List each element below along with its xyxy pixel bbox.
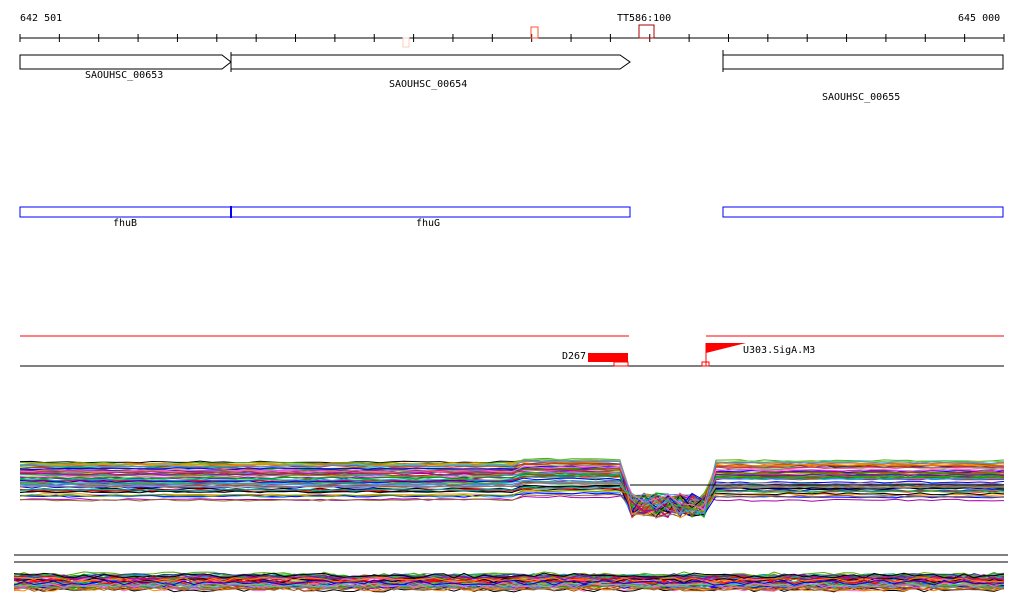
- promoter-flag-u303[interactable]: [706, 343, 746, 353]
- signal-marker-tt586[interactable]: [638, 24, 655, 39]
- gene-label: SAOUHSC_00654: [389, 79, 468, 90]
- gene-box-fhug[interactable]: [230, 206, 631, 218]
- gene-arrow-saouhsc-00653[interactable]: [19, 54, 232, 70]
- gene-box-right[interactable]: [722, 206, 1004, 218]
- gene-label: SAOUHSC_00655: [822, 92, 901, 103]
- ruler-start-label: 642 501: [20, 13, 63, 24]
- ruler-end-label: 645 000: [958, 13, 1001, 24]
- feature-label-u303: U303.SigA.M3: [743, 345, 816, 356]
- signal-marker[interactable]: [402, 37, 410, 48]
- gene-box-fhub[interactable]: [19, 206, 232, 218]
- terminator-d267[interactable]: [588, 353, 628, 362]
- gene-label: SAOUHSC_00653: [85, 70, 164, 81]
- feature-marker[interactable]: [613, 361, 629, 367]
- gene-name-label: fhuG: [416, 218, 441, 229]
- gene-name-label: fhuB: [113, 218, 138, 229]
- feature-label-d267: D267: [562, 351, 587, 362]
- ruler-marker-label: TT586:100: [617, 13, 672, 24]
- gene-arrow-saouhsc-00654[interactable]: [230, 54, 631, 70]
- gene-box-saouhsc-00655[interactable]: [722, 54, 1004, 70]
